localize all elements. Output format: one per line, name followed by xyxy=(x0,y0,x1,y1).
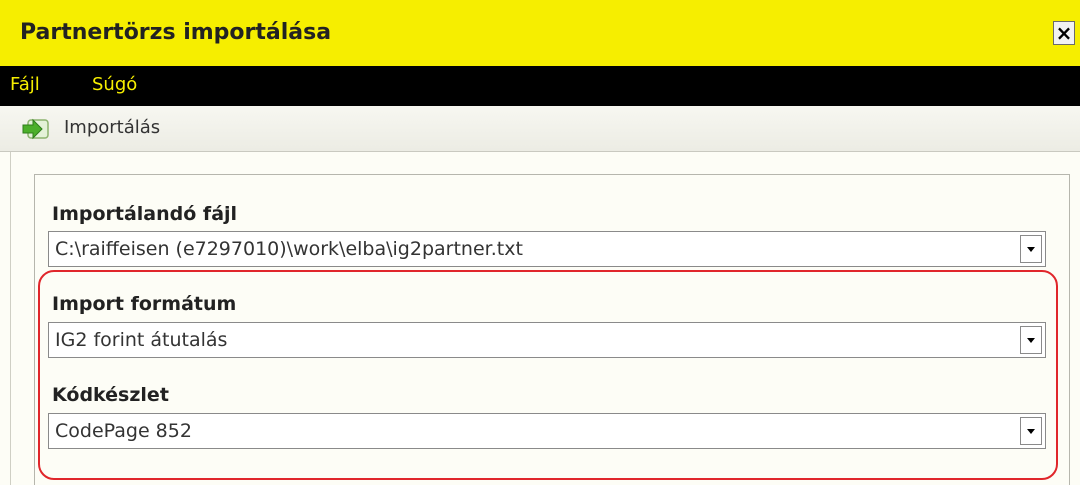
codepage-combobox[interactable]: CodePage 852 xyxy=(48,413,1046,449)
chevron-down-icon[interactable] xyxy=(1020,326,1042,354)
toolbar: Importálás xyxy=(0,106,1080,152)
file-label: Importálandó fájl xyxy=(52,203,238,225)
menu-item-file[interactable]: Fájl xyxy=(10,74,40,95)
menu-bar: Fájl Súgó xyxy=(0,66,1080,106)
chevron-down-icon[interactable] xyxy=(1020,235,1042,263)
file-value: C:\raiffeisen (e7297010)\work\elba\ig2pa… xyxy=(55,238,523,260)
content-divider xyxy=(10,152,11,485)
window-title: Partnertörzs importálása xyxy=(20,20,332,45)
codepage-label: Kódkészlet xyxy=(52,384,169,406)
format-label: Import formátum xyxy=(52,293,237,315)
codepage-value: CodePage 852 xyxy=(55,420,192,442)
import-dialog: Partnertörzs importálása × Fájl Súgó Imp… xyxy=(0,0,1080,485)
menu-item-help[interactable]: Súgó xyxy=(92,74,137,95)
close-button[interactable]: × xyxy=(1053,21,1075,45)
format-combobox[interactable]: IG2 forint átutalás xyxy=(48,322,1046,358)
file-combobox[interactable]: C:\raiffeisen (e7297010)\work\elba\ig2pa… xyxy=(48,231,1046,267)
title-bar: Partnertörzs importálása × xyxy=(0,0,1080,66)
import-button-label: Importálás xyxy=(64,117,161,138)
format-value: IG2 forint átutalás xyxy=(55,329,228,351)
import-arrow-icon xyxy=(22,118,49,140)
chevron-down-icon[interactable] xyxy=(1020,417,1042,445)
